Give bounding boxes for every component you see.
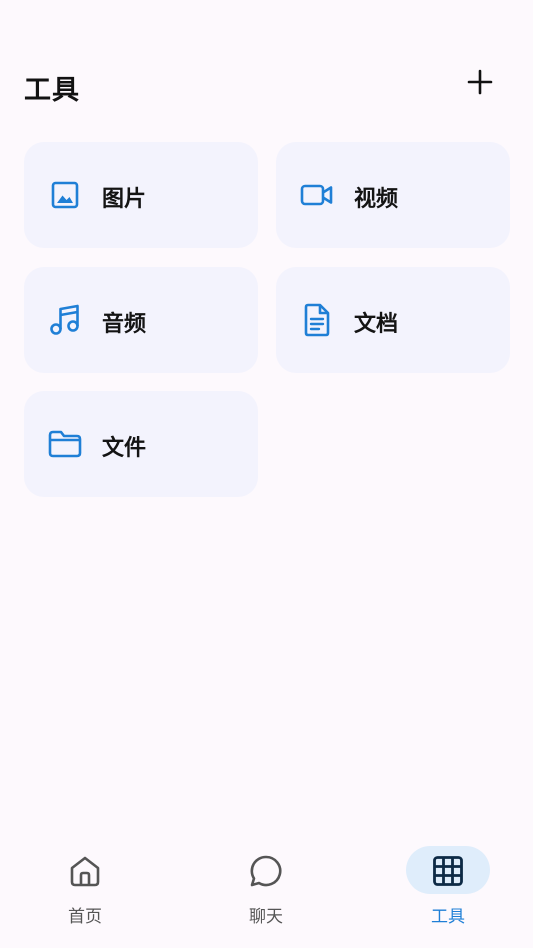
tool-tile-file[interactable]: 文件: [24, 391, 258, 497]
grid-icon: [430, 853, 466, 889]
tab-tools[interactable]: 工具: [388, 844, 508, 934]
tool-tile-image[interactable]: 图片: [24, 142, 258, 248]
tool-label: 文件: [102, 436, 147, 461]
page-title: 工具: [24, 75, 80, 106]
chat-bubble-icon: [248, 853, 284, 889]
header: 工具: [0, 60, 533, 110]
tools-screen: 工具 图片 视频 音频 文档 文件 首页 聊天 工具: [0, 0, 533, 948]
tool-label: 音频: [102, 312, 147, 337]
tab-chat[interactable]: 聊天: [206, 844, 326, 934]
tool-label: 视频: [354, 187, 399, 212]
tab-home[interactable]: 首页: [25, 844, 145, 934]
home-icon: [67, 853, 103, 889]
tool-tile-audio[interactable]: 音频: [24, 267, 258, 373]
tool-tile-video[interactable]: 视频: [276, 142, 510, 248]
video-camera-icon: [300, 178, 334, 212]
add-button[interactable]: [462, 66, 498, 102]
tab-label: 工具: [431, 907, 465, 927]
folder-icon: [48, 427, 82, 461]
tool-label: 文档: [354, 312, 399, 337]
plus-icon: [466, 68, 494, 100]
tab-label: 首页: [68, 907, 102, 927]
document-icon: [300, 303, 334, 337]
tool-tile-document[interactable]: 文档: [276, 267, 510, 373]
music-note-icon: [48, 303, 82, 337]
bottom-tab-bar: 首页 聊天 工具: [0, 830, 533, 948]
image-icon: [48, 178, 82, 212]
tool-label: 图片: [102, 187, 147, 212]
tab-label: 聊天: [249, 907, 283, 927]
